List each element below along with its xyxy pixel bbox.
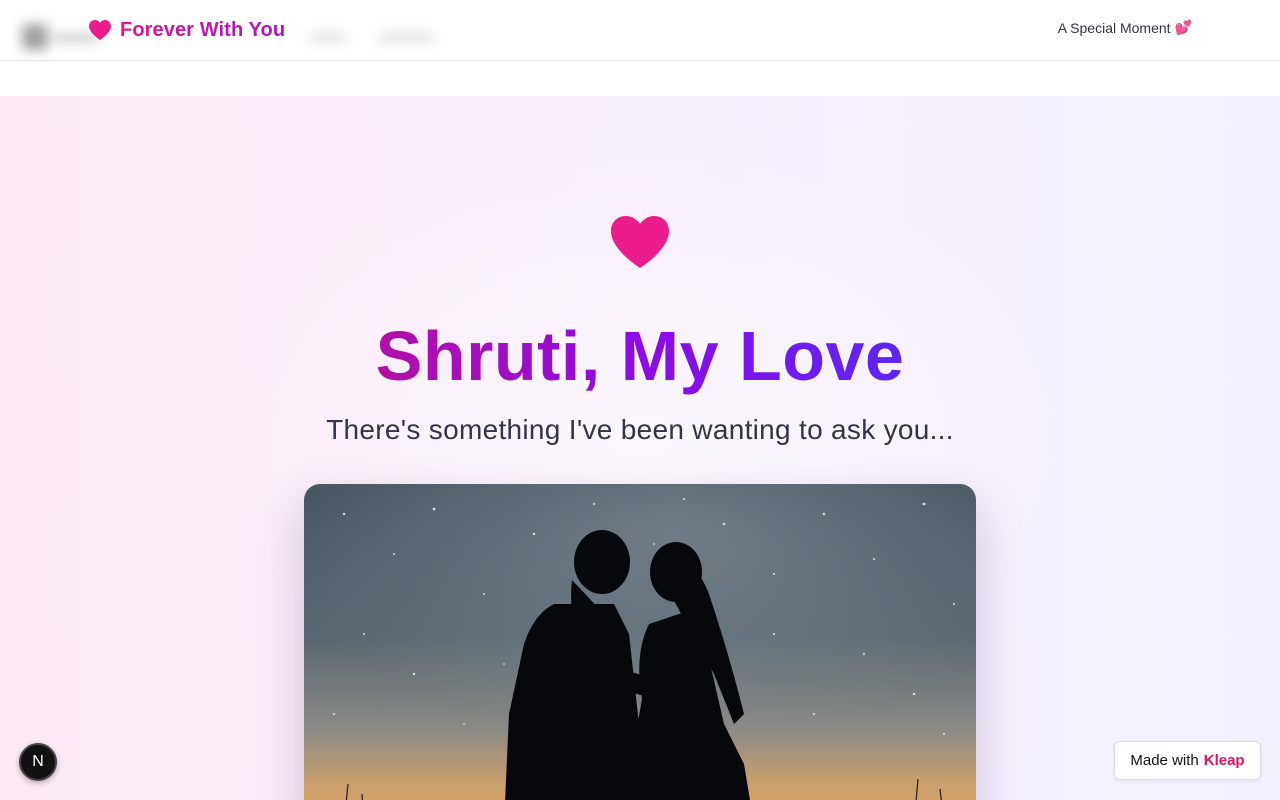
page-subtitle: There's something I've been wanting to a… — [326, 414, 954, 445]
hero-section: Shruti, My Love There's something I've b… — [0, 96, 1280, 800]
brand-link[interactable]: Forever With You — [88, 16, 285, 44]
made-with-kleap-badge[interactable]: Made with Kleap — [1114, 741, 1261, 780]
n-badge-button[interactable]: N — [19, 743, 57, 781]
couple-silhouette-image — [304, 484, 976, 800]
page-title: Shruti, My Love — [375, 317, 905, 395]
made-with-text: Made with — [1130, 752, 1199, 769]
two-hearts-icon: 💕 — [1174, 19, 1192, 35]
couple-photo — [304, 484, 976, 800]
brand-name: Forever With You — [120, 18, 286, 41]
top-navbar: Forever With You A Special Moment 💕 — [0, 0, 1280, 61]
blurred-nav-ghost — [310, 34, 346, 42]
heart-icon — [611, 216, 669, 268]
blurred-logo-ghost — [22, 24, 48, 50]
blurred-nav-ghost — [378, 34, 434, 42]
kleap-brand: Kleap — [1203, 752, 1245, 769]
heart-icon — [89, 20, 111, 40]
moment-text: A Special Moment — [1057, 19, 1171, 36]
special-moment-label: A Special Moment 💕 — [1058, 19, 1192, 36]
